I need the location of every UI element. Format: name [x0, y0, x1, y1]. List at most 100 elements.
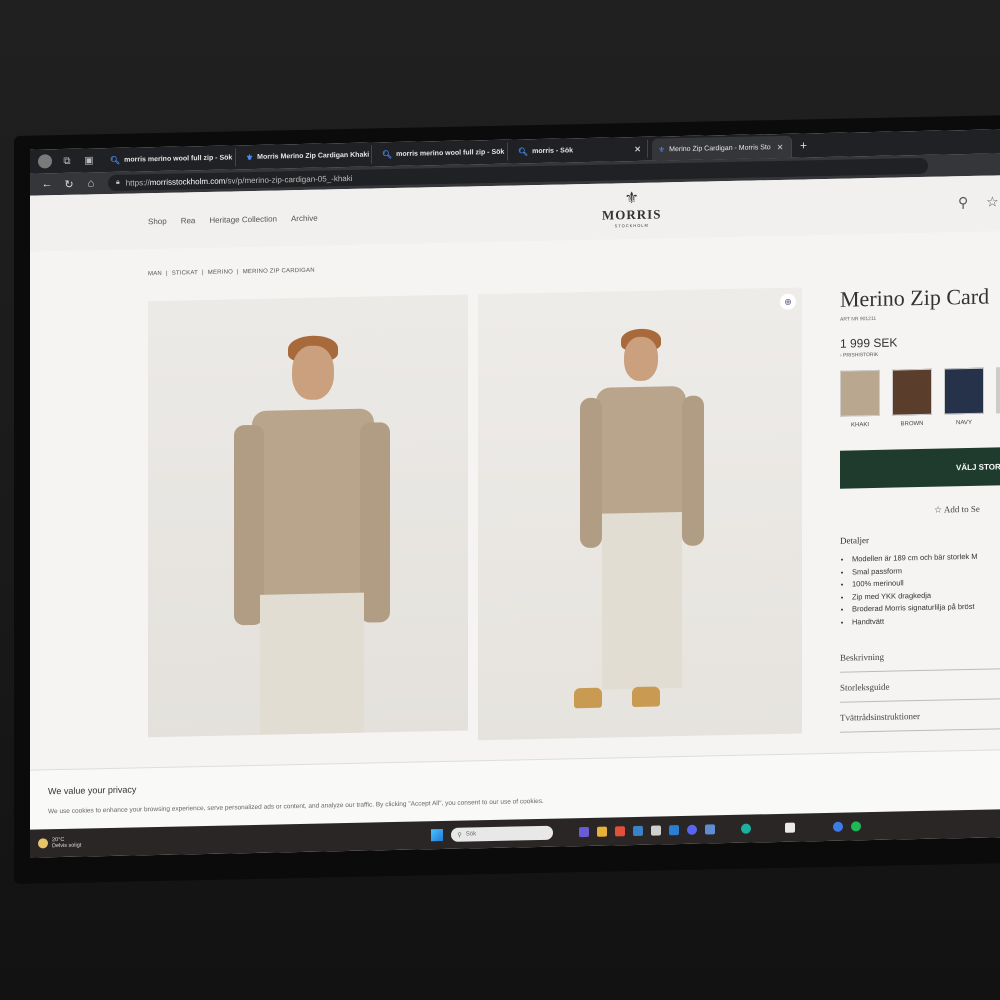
calculator-icon[interactable]	[651, 825, 662, 836]
app-icon[interactable]	[833, 821, 844, 832]
weather-widget[interactable]: 20°C Delvis soligt	[38, 837, 81, 850]
choose-size-button[interactable]: VÄLJ STOR	[840, 446, 1000, 489]
fleur-de-lis-icon: ⚜	[624, 189, 639, 208]
swatch-label: BROWN	[900, 420, 924, 428]
accordion-size-guide[interactable]: Storleksguide	[840, 668, 1000, 703]
nav-heritage-collection[interactable]: Heritage Collection	[209, 214, 277, 224]
url-prefix: https://	[125, 177, 150, 188]
product-title: Merino Zip Card	[840, 283, 990, 312]
discord-icon[interactable]	[687, 824, 698, 835]
browser-tab[interactable]: 🔍︎ morris merino wool full zip - Sök ✕	[104, 148, 236, 170]
back-arrow-icon[interactable]: ←	[36, 178, 58, 190]
zoom-icon[interactable]: ⊕	[780, 293, 796, 310]
search-icon[interactable]: ⚲	[958, 194, 968, 210]
url-domain: morrisstockholm.com	[149, 176, 226, 187]
browser-tab[interactable]: ⚜ Morris Merino Zip Cardigan Khaki ✕	[240, 145, 372, 167]
model-shoe	[632, 686, 660, 708]
screen: ⧉ ▣ 🔍︎ morris merino wool full zip - Sök…	[30, 128, 1000, 858]
browser-tab[interactable]: 🔍︎ morris - Sök ✕	[512, 139, 648, 161]
tab-label: Merino Zip Cardigan - Morris Sto	[669, 143, 771, 153]
model-trousers	[602, 512, 682, 690]
reload-icon[interactable]: ↻	[58, 177, 80, 190]
star-icon: ☆	[934, 504, 943, 515]
workspaces-icon[interactable]: ⧉	[60, 154, 74, 168]
swatch-label: NAVY	[956, 419, 972, 427]
steam-icon[interactable]	[633, 825, 644, 837]
wishlist-label: Add to Se	[943, 503, 980, 515]
taskbar-search[interactable]: ⚲ Sök	[451, 825, 554, 842]
morris-logo[interactable]: ⚜ MORRIS STOCKHOLM	[602, 189, 662, 229]
notepad-icon[interactable]	[785, 822, 796, 833]
spotify-icon[interactable]	[851, 821, 862, 832]
breadcrumb-separator: |	[202, 270, 204, 277]
url-path: /sv/p/merino-zip-cardigan-05_-khaki	[225, 173, 353, 186]
weather-desc: Delvis soligt	[52, 842, 82, 850]
breadcrumb-item[interactable]: MAN	[148, 271, 162, 277]
search-icon: 🔍︎	[518, 146, 529, 156]
monitor: ⧉ ▣ 🔍︎ morris merino wool full zip - Sök…	[14, 115, 1000, 885]
logo-brand: MORRIS	[602, 206, 662, 223]
model-cardigan	[596, 385, 686, 518]
wishlist-star-icon[interactable]: ☆	[986, 193, 999, 209]
tab-label: morris merino wool full zip - Sök	[396, 148, 505, 158]
product-image-full[interactable]: ⊕	[478, 287, 802, 741]
store-icon[interactable]	[615, 826, 626, 837]
swatch-more[interactable]	[996, 366, 1000, 426]
tab-actions-icon[interactable]: ▣	[82, 153, 96, 167]
browser-tab-active[interactable]: ⚜ Merino Zip Cardigan - Morris Sto ✕	[652, 135, 792, 161]
nav-rea[interactable]: Rea	[181, 216, 196, 225]
nav-archive[interactable]: Archive	[291, 214, 318, 224]
breadcrumb-separator: |	[165, 270, 168, 277]
model-head	[624, 336, 658, 382]
add-to-wishlist[interactable]: ☆ Add to Se	[934, 503, 1000, 516]
product-price: 1 999 SEK	[840, 335, 898, 351]
accordion-description[interactable]: Beskrivning	[840, 638, 1000, 673]
swatch-label	[996, 419, 1000, 420]
model-head	[292, 345, 334, 401]
nav-shop[interactable]: Shop	[148, 217, 167, 226]
swatch-khaki[interactable]: KHAKI	[840, 369, 880, 429]
header-icons: ⚲ ☆	[958, 193, 999, 211]
file-explorer-icon[interactable]	[597, 826, 608, 837]
swatch-navy[interactable]: NAVY	[944, 367, 984, 427]
close-icon[interactable]: ✕	[777, 142, 784, 151]
breadcrumb-separator: |	[236, 269, 239, 276]
mail-icon[interactable]	[669, 825, 680, 836]
search-placeholder: Sök	[465, 831, 477, 838]
breadcrumb-item[interactable]: MERINO	[208, 269, 233, 276]
swatch-image	[892, 368, 932, 416]
windows-start-icon[interactable]	[431, 829, 444, 842]
search-icon: 🔍︎	[382, 149, 393, 159]
product-image-front[interactable]	[148, 294, 468, 738]
details-list: Modellen är 189 cm och bär storlek M Sma…	[840, 550, 1000, 629]
model-arm	[580, 397, 602, 549]
tab-label: morris merino wool full zip - Sök	[124, 153, 233, 164]
teams-icon[interactable]	[579, 826, 590, 838]
swatch-label: KHAKI	[850, 422, 869, 429]
model-arm	[682, 395, 704, 547]
edge-icon[interactable]	[741, 823, 752, 834]
steam-client-icon[interactable]	[705, 824, 716, 835]
main-nav: Shop Rea Heritage Collection Archive	[148, 214, 318, 227]
model-arm	[360, 422, 390, 623]
details-heading: Detaljer	[840, 535, 869, 546]
color-swatches: KHAKI BROWN NAVY	[840, 366, 1000, 429]
lock-icon: 🔒︎	[116, 178, 120, 186]
home-icon[interactable]: ⌂	[80, 177, 102, 189]
new-tab-button[interactable]: +	[800, 138, 807, 152]
partly-sunny-icon	[38, 838, 48, 849]
accordion-care-instructions[interactable]: Tvättrådsinstruktioner	[840, 698, 1000, 733]
profile-icon[interactable]	[38, 154, 52, 169]
breadcrumb-item-current: MERINO ZIP CARDIGAN	[242, 267, 315, 276]
morris-favicon-icon: ⚜	[246, 152, 254, 162]
breadcrumb-item[interactable]: STICKAT	[172, 270, 198, 277]
breadcrumb: MAN | STICKAT | MERINO | MERINO ZIP CARDIGAN	[148, 267, 319, 277]
product-page: MAN | STICKAT | MERINO | MERINO ZIP CARDIGAN	[30, 230, 1000, 772]
search-icon: 🔍︎	[110, 155, 121, 165]
swatch-brown[interactable]: BROWN	[892, 368, 932, 428]
article-number: ART NR 901211	[840, 315, 877, 323]
browser-tab[interactable]: 🔍︎ morris merino wool full zip - Sök ✕	[376, 142, 508, 164]
taskbar-apps	[579, 821, 862, 838]
close-icon[interactable]: ✕	[634, 144, 641, 153]
model-cardigan	[252, 408, 374, 598]
